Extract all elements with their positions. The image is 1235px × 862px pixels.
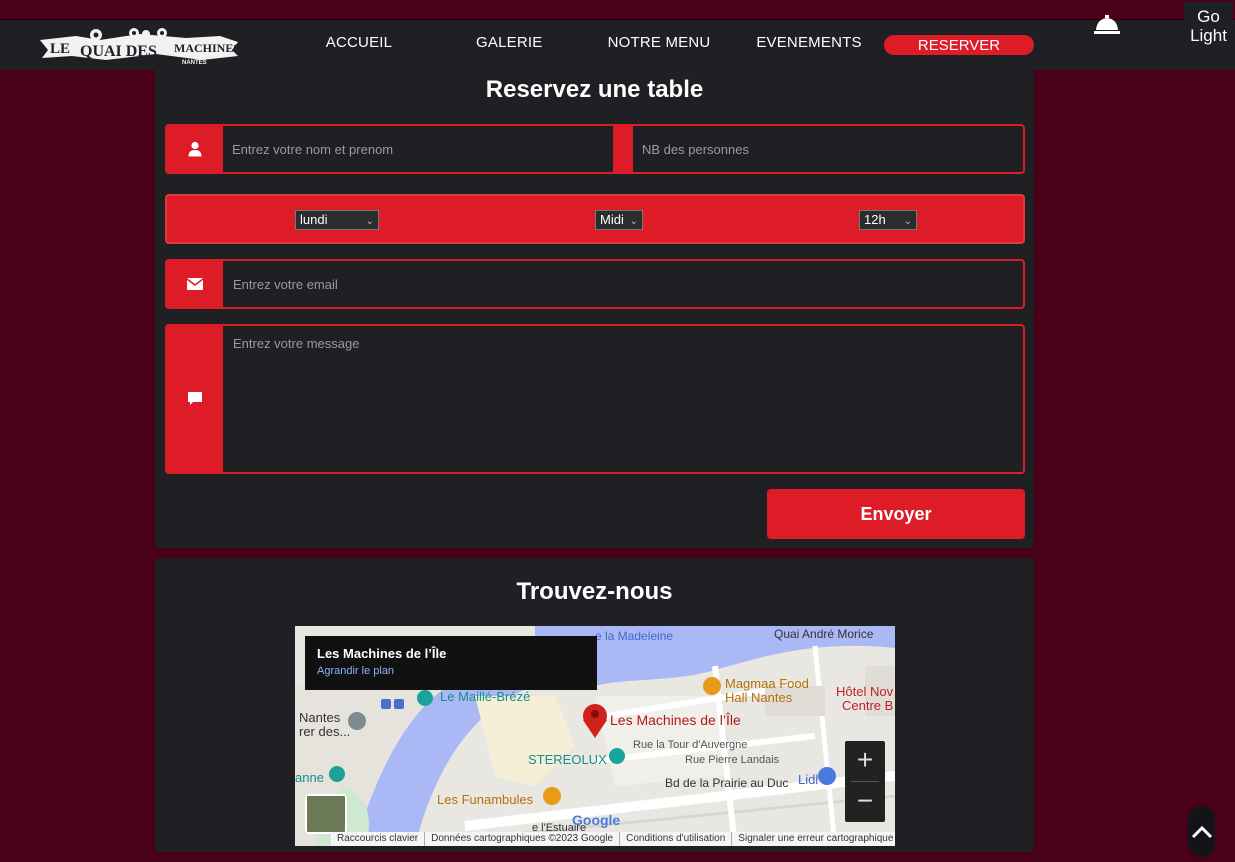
time-select-value: 12h <box>864 212 886 227</box>
zoom-out-button[interactable]: − <box>845 782 885 822</box>
service-bell-icon[interactable] <box>1093 14 1121 36</box>
map-footer-terms[interactable]: Conditions d'utilisation <box>620 832 733 846</box>
map-label-tour-auvergne: Rue la Tour d'Auvergne <box>633 739 748 751</box>
map-label-magmaa-1: Magmaa Food <box>725 676 809 691</box>
nav-evenements[interactable]: EVENEMENTS <box>755 34 863 51</box>
nav-accueil[interactable]: ACCUEIL <box>325 34 393 51</box>
map-label-nantes-2: rer des... <box>299 724 351 739</box>
map-label-stereolux: STEREOLUX <box>528 752 607 767</box>
svg-text:MACHINES: MACHINES <box>174 41 240 55</box>
chevron-up-icon <box>1191 825 1212 838</box>
site-logo[interactable]: LE QUAI DES MACHINES NANTES <box>36 26 242 66</box>
theme-toggle-button[interactable]: Go Light <box>1184 2 1233 51</box>
email-input[interactable] <box>223 261 1023 307</box>
day-select-value: lundi <box>300 212 328 227</box>
map-label-magmaa-2: Hall Nantes <box>725 690 793 705</box>
chevron-down-icon: ⌄ <box>629 216 638 227</box>
map-label-maille-breze: Le Maillé-Brézé <box>440 689 531 704</box>
envelope-icon-box <box>167 261 223 307</box>
date-time-selects: lundi ⌄ Midi ⌄ 12h ⌄ <box>165 194 1025 244</box>
map-label-funambules: Les Funambules <box>437 792 534 807</box>
theme-toggle-line2: Light <box>1190 26 1227 45</box>
map-label-anne: anne <box>295 770 324 785</box>
meal-select-value: Midi <box>600 212 624 227</box>
map-label-hotel-2: Centre B <box>842 698 894 713</box>
send-button[interactable]: Envoyer <box>767 489 1025 539</box>
map-place-name: Les Machines de l’Île <box>317 646 447 661</box>
map-footer-report[interactable]: Signaler une erreur cartographique <box>732 832 895 846</box>
map-label-quai: Quai André Morice <box>774 627 874 641</box>
map-enlarge-link[interactable]: Agrandir le plan <box>317 665 585 677</box>
zoom-in-button[interactable]: + <box>845 741 885 781</box>
field-divider <box>613 126 633 172</box>
scroll-to-top-button[interactable] <box>1188 806 1215 857</box>
svg-text:LE: LE <box>50 41 70 57</box>
people-count-input[interactable] <box>633 126 1023 172</box>
message-textarea[interactable] <box>223 326 1023 472</box>
map-label-machines: Les Machines de l’Île <box>610 712 741 728</box>
google-map[interactable]: e la Madeleine Quai André Morice Magmaa … <box>295 626 895 846</box>
find-us-title: Trouvez-nous <box>516 578 673 605</box>
navbar: LE QUAI DES MACHINES NANTES ACCUEIL GALE… <box>0 15 1235 70</box>
comment-icon-box <box>167 326 223 472</box>
map-satellite-toggle[interactable] <box>305 794 347 834</box>
top-strip <box>0 0 1235 20</box>
map-label-hotel-1: Hôtel Nov <box>836 684 894 699</box>
map-label-prairie: Bd de la Prairie au Duc <box>665 776 789 790</box>
name-people-group <box>165 124 1025 174</box>
svg-text:NANTES: NANTES <box>182 60 207 66</box>
map-footer-shortcuts[interactable]: Raccourcis clavier <box>331 832 426 846</box>
map-info-box: Les Machines de l’Île Agrandir le plan <box>305 636 597 690</box>
theme-toggle-line1: Go <box>1197 7 1220 26</box>
user-icon-box <box>167 126 223 172</box>
map-label-landais: Rue Pierre Landais <box>685 754 780 766</box>
name-input[interactable] <box>223 126 613 172</box>
nav-reserver-button[interactable]: RESERVER <box>884 35 1034 55</box>
message-group <box>165 324 1025 474</box>
map-footer: Raccourcis clavier Données cartographiqu… <box>331 832 895 846</box>
map-label-nantes-1: Nantes <box>299 710 341 725</box>
svg-text:QUAI DES: QUAI DES <box>80 43 157 60</box>
map-label-madeleine: e la Madeleine <box>595 629 674 643</box>
chevron-down-icon: ⌄ <box>903 216 912 227</box>
map-zoom-controls: + − <box>845 741 885 822</box>
meal-select[interactable]: Midi ⌄ <box>595 210 643 230</box>
envelope-icon <box>187 278 203 290</box>
time-select[interactable]: 12h ⌄ <box>859 210 917 230</box>
email-group <box>165 259 1025 309</box>
nav-galerie[interactable]: GALERIE <box>476 34 542 51</box>
chevron-down-icon: ⌄ <box>365 216 374 227</box>
comment-icon <box>188 392 202 405</box>
day-select[interactable]: lundi ⌄ <box>295 210 379 230</box>
nav-notre-menu[interactable]: NOTRE MENU <box>606 34 712 51</box>
reservation-title: Reservez une table <box>485 76 704 103</box>
map-label-lidl: Lidl <box>798 772 819 787</box>
map-footer-data: Données cartographiques ©2023 Google <box>425 832 621 846</box>
user-icon <box>188 141 202 157</box>
google-logo: Google <box>572 812 621 828</box>
find-us-card: Trouvez-nous e la Madeleine Quai André M… <box>155 558 1034 852</box>
